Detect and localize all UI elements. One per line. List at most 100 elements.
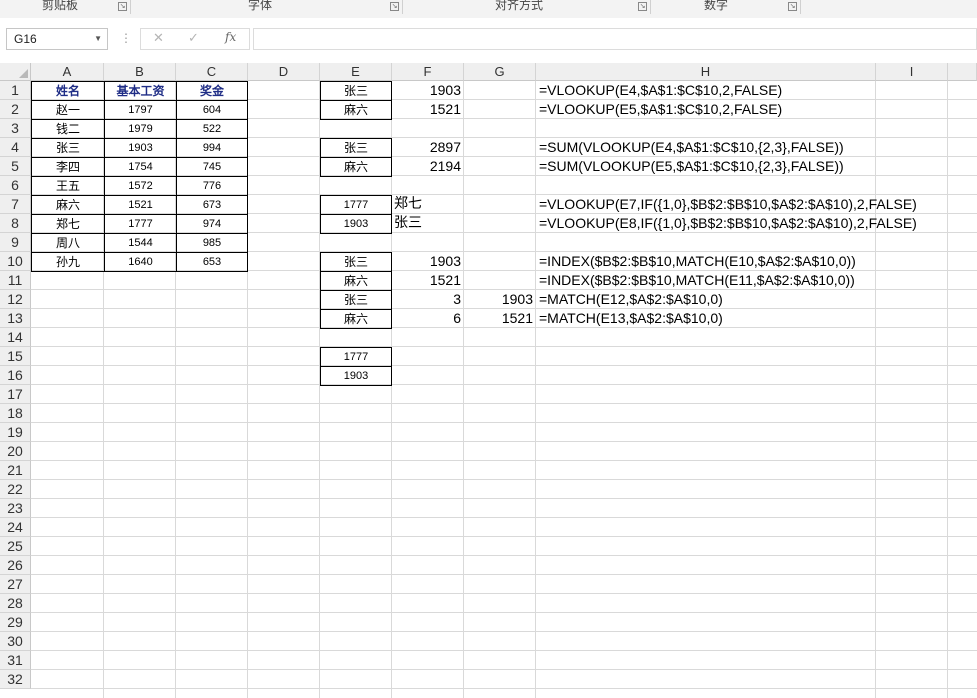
table-cell-bonus[interactable]: 653 [176,252,248,272]
row-header[interactable]: 18 [0,404,31,423]
row-header[interactable]: 4 [0,138,31,157]
formula-text-cell[interactable]: =MATCH(E13,$A$2:$A$10,0) [536,309,876,328]
worksheet-grid[interactable]: A B C D E F G H I 1 2 3 4 5 6 7 8 9 10 11 12 13 14 15 1… [0,63,977,698]
row-header[interactable]: 32 [0,670,31,689]
column-header-c[interactable]: C [176,63,248,81]
result-cell[interactable]: 2194 [392,157,464,176]
alignment-launcher-icon[interactable]: ↘ [638,2,647,11]
result-cell[interactable]: 1521 [392,100,464,119]
row-header[interactable]: 9 [0,233,31,252]
row-header[interactable]: 1 [0,81,31,100]
table-cell-bonus[interactable]: 994 [176,138,248,158]
formula-text-cell[interactable]: =VLOOKUP(E5,$A$1:$C$10,2,FALSE) [536,100,876,119]
row-header[interactable]: 26 [0,556,31,575]
table-cell-name[interactable]: 孙九 [31,252,105,272]
row-header[interactable]: 14 [0,328,31,347]
table-cell-salary[interactable]: 1521 [104,195,177,215]
lookup-key-cell[interactable]: 1903 [320,214,392,234]
row-header[interactable]: 7 [0,195,31,214]
lookup-key-cell[interactable]: 麻六 [320,100,392,120]
number-launcher-icon[interactable]: ↘ [788,2,797,11]
result-cell[interactable]: 1903 [392,252,464,271]
lookup-key-cell[interactable]: 张三 [320,138,392,158]
result-cell[interactable]: 1903 [392,81,464,100]
row-header[interactable]: 23 [0,499,31,518]
insert-function-icon[interactable]: fx [225,30,236,44]
formula-text-cell[interactable]: =SUM(VLOOKUP(E4,$A$1:$C$10,{2,3},FALSE)) [536,138,876,157]
row-header[interactable]: 20 [0,442,31,461]
row-header[interactable]: 29 [0,613,31,632]
table-cell-bonus[interactable]: 985 [176,233,248,253]
row-header[interactable]: 28 [0,594,31,613]
row-header[interactable]: 30 [0,632,31,651]
row-header[interactable]: 25 [0,537,31,556]
row-header[interactable]: 16 [0,366,31,385]
table-header-salary[interactable]: 基本工资 [104,81,177,101]
column-header-e[interactable]: E [320,63,392,81]
formula-input[interactable] [253,28,977,50]
row-header[interactable]: 19 [0,423,31,442]
column-header-f[interactable]: F [392,63,464,81]
name-box[interactable]: G16 ▼ [6,28,108,50]
lookup-key-cell[interactable]: 张三 [320,81,392,101]
formula-text-cell[interactable]: =MATCH(E12,$A$2:$A$10,0) [536,290,876,309]
row-header[interactable]: 17 [0,385,31,404]
more-options-icon[interactable]: ⋮ [120,32,132,44]
table-cell-bonus[interactable]: 604 [176,100,248,120]
table-cell-salary[interactable]: 1640 [104,252,177,272]
table-cell-name[interactable]: 郑七 [31,214,105,234]
table-cell-name[interactable]: 赵一 [31,100,105,120]
lookup-key-cell[interactable]: 麻六 [320,271,392,291]
column-header-i[interactable]: I [876,63,948,81]
row-header[interactable]: 24 [0,518,31,537]
row-header[interactable]: 5 [0,157,31,176]
row-header[interactable]: 22 [0,480,31,499]
enter-icon[interactable]: ✓ [188,31,199,46]
lookup-key-cell[interactable]: 1777 [320,347,392,367]
select-all-button[interactable] [0,63,31,81]
result-cell[interactable]: 1521 [392,271,464,290]
row-header[interactable]: 15 [0,347,31,366]
table-cell-salary[interactable]: 1544 [104,233,177,253]
result-cell[interactable]: 郑七 [392,195,464,214]
table-cell-salary[interactable]: 1797 [104,100,177,120]
row-header[interactable]: 6 [0,176,31,195]
formula-text-cell[interactable]: =INDEX($B$2:$B$10,MATCH(E11,$A$2:$A$10,0… [536,271,876,290]
result-cell[interactable]: 2897 [392,138,464,157]
result-cell[interactable]: 张三 [392,214,464,233]
column-header-h[interactable]: H [536,63,876,81]
table-cell-salary[interactable]: 1754 [104,157,177,177]
row-header[interactable]: 11 [0,271,31,290]
formula-text-cell[interactable]: =VLOOKUP(E4,$A$1:$C$10,2,FALSE) [536,81,876,100]
font-launcher-icon[interactable]: ↘ [390,2,399,11]
row-header[interactable]: 31 [0,651,31,670]
lookup-key-cell[interactable]: 张三 [320,290,392,310]
table-header-name[interactable]: 姓名 [31,81,105,101]
formula-text-cell[interactable]: =VLOOKUP(E8,IF({1,0},$B$2:$B$10,$A$2:$A$… [536,214,917,233]
table-cell-name[interactable]: 王五 [31,176,105,196]
formula-text-cell[interactable]: =VLOOKUP(E7,IF({1,0},$B$2:$B$10,$A$2:$A$… [536,195,917,214]
column-header-d[interactable]: D [248,63,320,81]
clipboard-launcher-icon[interactable]: ↘ [118,2,127,11]
table-cell-name[interactable]: 周八 [31,233,105,253]
table-cell-salary[interactable]: 1979 [104,119,177,139]
lookup-key-cell[interactable]: 1903 [320,366,392,386]
row-header[interactable]: 27 [0,575,31,594]
result-cell[interactable]: 1521 [464,309,536,328]
table-cell-bonus[interactable]: 776 [176,176,248,196]
column-header-b[interactable]: B [104,63,176,81]
formula-text-cell[interactable]: =INDEX($B$2:$B$10,MATCH(E10,$A$2:$A$10,0… [536,252,876,271]
result-cell[interactable]: 3 [392,290,464,309]
row-header[interactable]: 8 [0,214,31,233]
chevron-down-icon[interactable]: ▼ [94,29,102,49]
table-cell-bonus[interactable]: 522 [176,119,248,139]
lookup-key-cell[interactable]: 1777 [320,195,392,215]
table-cell-salary[interactable]: 1777 [104,214,177,234]
lookup-key-cell[interactable]: 张三 [320,252,392,272]
table-header-bonus[interactable]: 奖金 [176,81,248,101]
table-cell-salary[interactable]: 1572 [104,176,177,196]
lookup-key-cell[interactable]: 麻六 [320,157,392,177]
table-cell-salary[interactable]: 1903 [104,138,177,158]
row-header[interactable]: 3 [0,119,31,138]
table-cell-name[interactable]: 钱二 [31,119,105,139]
